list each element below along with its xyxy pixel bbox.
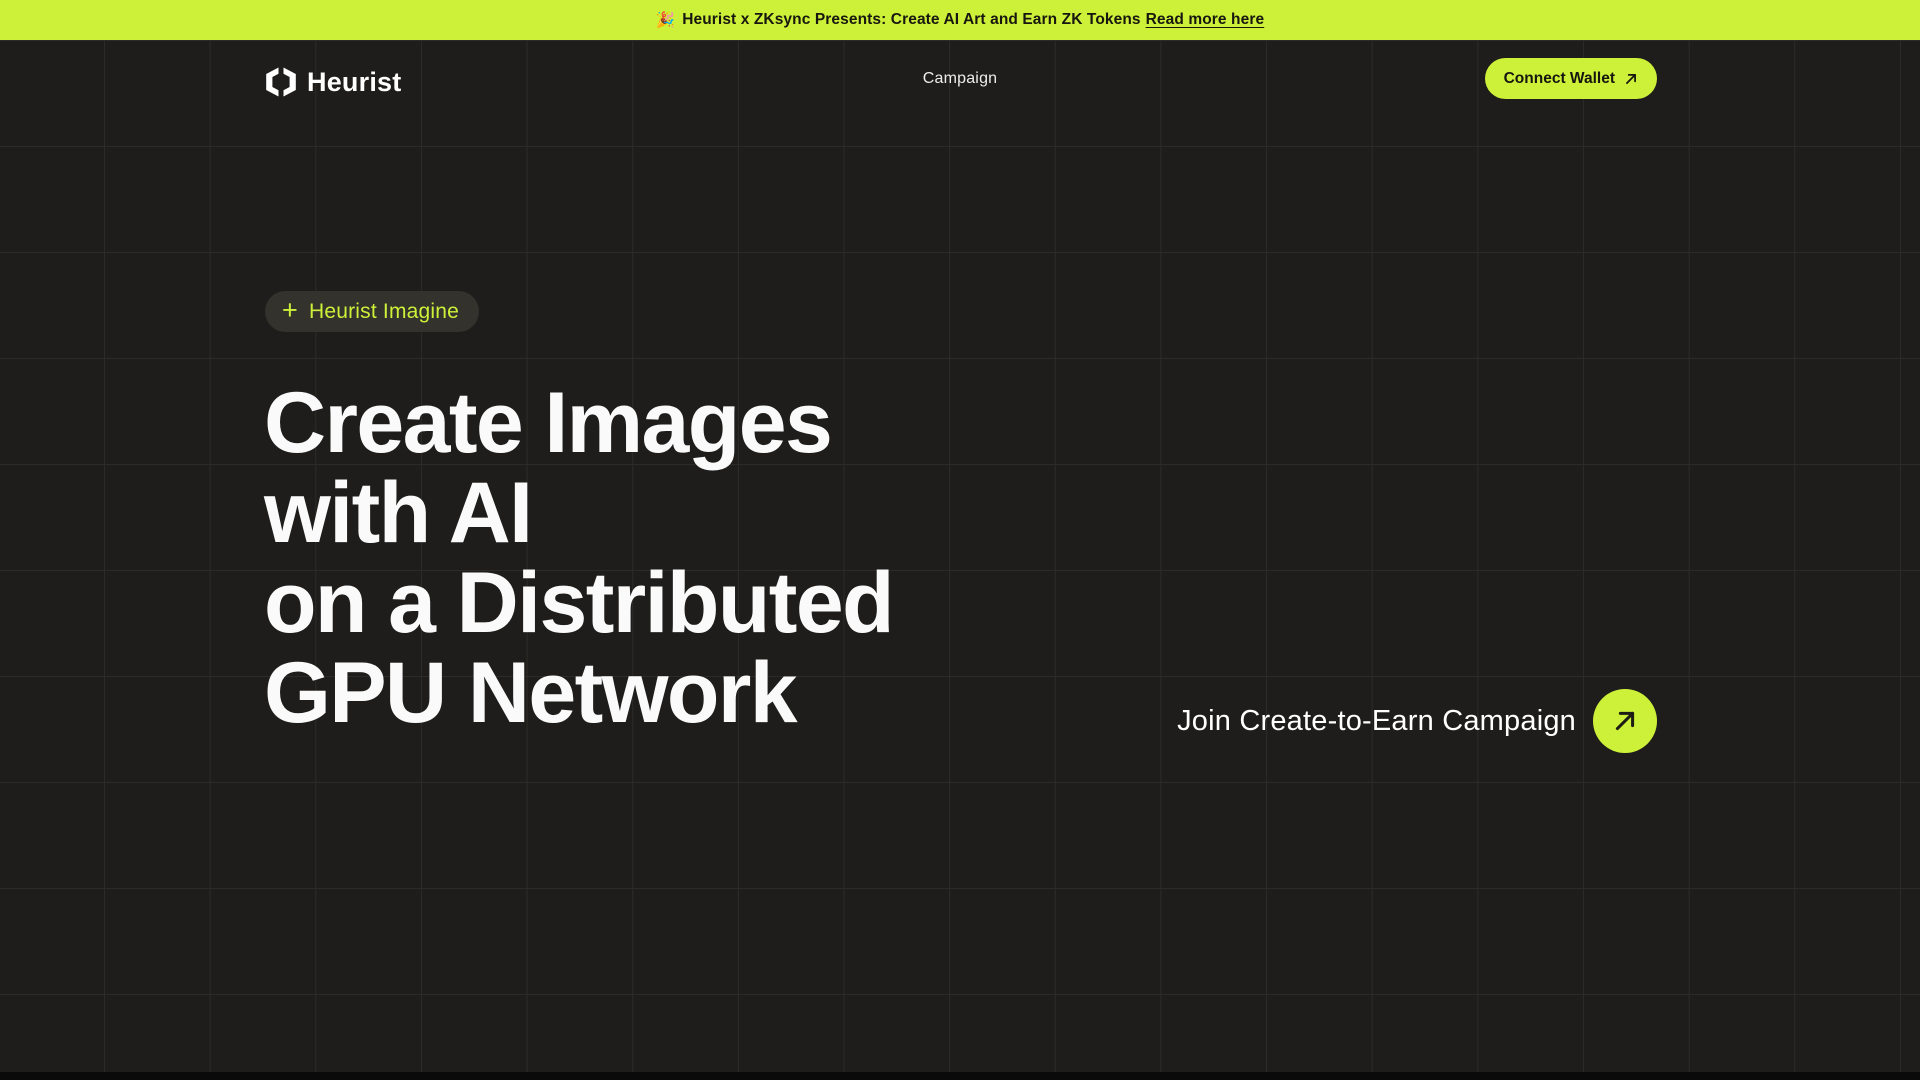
- hero-section: Heurist Campaign Connect Wallet + Heuris…: [0, 40, 1920, 1080]
- read-more-link[interactable]: Read more here: [1146, 11, 1265, 29]
- next-section-edge: [0, 1072, 1920, 1080]
- announcement-text: Heurist x ZKsync Presents: Create AI Art…: [682, 11, 1140, 29]
- heurist-imagine-badge: + Heurist Imagine: [265, 291, 479, 332]
- hero-heading-line: GPU Network: [264, 648, 893, 738]
- hero-heading: Create Images with AI on a Distributed G…: [264, 378, 893, 738]
- hero-heading-line: Create Images: [264, 378, 893, 468]
- arrow-up-right-icon: [1624, 72, 1638, 86]
- join-campaign-cta[interactable]: Join Create-to-Earn Campaign: [1177, 689, 1657, 753]
- arrow-up-right-icon: [1611, 707, 1639, 735]
- announcement-banner: 🎉 Heurist x ZKsync Presents: Create AI A…: [0, 0, 1920, 40]
- party-popper-icon: 🎉: [656, 11, 675, 30]
- connect-wallet-label: Connect Wallet: [1504, 70, 1615, 88]
- badge-label: Heurist Imagine: [309, 300, 459, 324]
- plus-icon: +: [282, 297, 298, 324]
- cta-arrow-circle-button[interactable]: [1593, 689, 1657, 753]
- connect-wallet-button[interactable]: Connect Wallet: [1485, 58, 1657, 99]
- nav-item-campaign[interactable]: Campaign: [923, 70, 998, 87]
- cta-label: Join Create-to-Earn Campaign: [1177, 705, 1576, 738]
- hero-heading-line: with AI: [264, 468, 893, 558]
- hero-heading-line: on a Distributed: [264, 558, 893, 648]
